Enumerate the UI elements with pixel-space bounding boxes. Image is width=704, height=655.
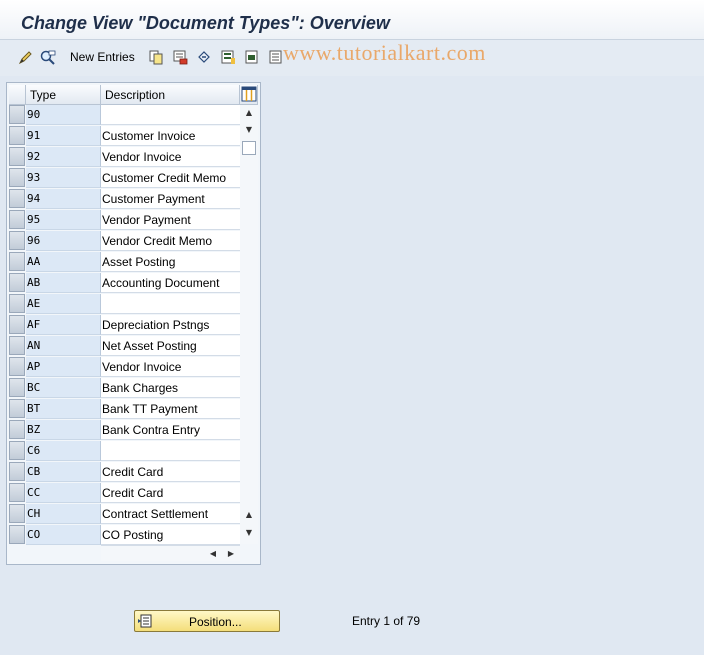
row-selector[interactable]	[9, 294, 25, 313]
cell-type[interactable]: 90	[26, 105, 101, 125]
row-selector[interactable]	[9, 210, 25, 229]
cell-description[interactable]: Vendor Payment	[101, 210, 240, 230]
cell-description[interactable]: Net Asset Posting	[101, 336, 240, 356]
table-settings-button[interactable]	[240, 85, 258, 105]
row-selector[interactable]	[9, 189, 25, 208]
cell-description[interactable]: Customer Credit Memo	[101, 168, 240, 188]
cell-description[interactable]: Credit Card	[101, 483, 240, 503]
cell-type[interactable]: BT	[26, 399, 101, 419]
cell-type[interactable]: 94	[26, 189, 101, 209]
cell-description[interactable]: Bank Contra Entry	[101, 420, 240, 440]
row-selector[interactable]	[9, 105, 25, 124]
undo-icon[interactable]	[196, 49, 212, 65]
row-selector[interactable]	[9, 273, 25, 292]
pencil-glasses-icon[interactable]	[18, 49, 34, 65]
row-selector[interactable]	[9, 483, 25, 502]
cell-type[interactable]: C6	[26, 441, 101, 461]
position-button[interactable]: Position...	[134, 610, 280, 632]
cell-type[interactable]: AP	[26, 357, 101, 377]
column-header-type[interactable]: Type	[26, 85, 101, 105]
row-selector[interactable]	[9, 336, 25, 355]
row-selector[interactable]	[9, 441, 25, 460]
cell-description[interactable]: Credit Card	[101, 462, 240, 482]
row-selector[interactable]	[9, 504, 25, 523]
position-icon	[138, 614, 152, 628]
scroll-up-icon[interactable]: ▲	[241, 105, 257, 121]
cell-description[interactable]: Depreciation Pstngs	[101, 315, 240, 335]
row-selector[interactable]	[9, 231, 25, 250]
cell-description[interactable]	[101, 105, 240, 125]
cell-type[interactable]: 92	[26, 147, 101, 167]
cell-type[interactable]: 93	[26, 168, 101, 188]
cell-description[interactable]: Vendor Invoice	[101, 147, 240, 167]
row-selector[interactable]	[9, 399, 25, 418]
scroll-page-down-icon[interactable]: ▼	[241, 525, 257, 541]
cell-type[interactable]: 95	[26, 210, 101, 230]
cell-description[interactable]: Customer Invoice	[101, 126, 240, 146]
cell-type[interactable]: CH	[26, 504, 101, 524]
cell-description[interactable]	[101, 441, 240, 461]
column-header-description[interactable]: Description	[101, 85, 240, 105]
cell-description[interactable]: Bank Charges	[101, 378, 240, 398]
row-selector[interactable]	[9, 420, 25, 439]
cell-type[interactable]: CC	[26, 483, 101, 503]
row-selector[interactable]	[9, 357, 25, 376]
scroll-thumb[interactable]	[242, 141, 256, 155]
watermark: www.tutorialkart.com	[283, 40, 486, 65]
table-settings-icon	[241, 86, 257, 102]
cell-description[interactable]: Vendor Invoice	[101, 357, 240, 377]
scroll-left-icon[interactable]: ◀	[205, 546, 221, 562]
select-block-icon[interactable]	[244, 49, 260, 65]
cell-type[interactable]: AE	[26, 294, 101, 314]
cell-type[interactable]: AF	[26, 315, 101, 335]
entry-counter: Entry 1 of 79	[352, 614, 421, 628]
cell-type[interactable]: CO	[26, 525, 101, 545]
row-selector[interactable]	[9, 525, 25, 544]
select-all-rows-corner[interactable]	[9, 85, 26, 105]
row-selector[interactable]	[9, 462, 25, 481]
vertical-scrollbar[interactable]: ▲ ▼ ▲ ▼	[240, 105, 258, 544]
cell-description[interactable]: Asset Posting	[101, 252, 240, 272]
scroll-page-up-icon[interactable]: ▲	[241, 507, 257, 523]
window-title: Change View "Document Types": Overview	[21, 13, 390, 33]
horizontal-scrollbar[interactable]: ◀ ▶	[101, 545, 240, 561]
copy-icon[interactable]	[148, 49, 164, 65]
cell-description[interactable]: CO Posting	[101, 525, 240, 545]
row-selector[interactable]	[9, 315, 25, 334]
row-selector[interactable]	[9, 147, 25, 166]
display-change-icon[interactable]	[40, 49, 56, 65]
delete-icon[interactable]	[172, 49, 188, 65]
cell-type[interactable]: AN	[26, 336, 101, 356]
scroll-right-icon[interactable]: ▶	[223, 546, 239, 562]
new-entries-button[interactable]: New Entries	[70, 50, 135, 64]
row-selector[interactable]	[9, 168, 25, 187]
cell-description[interactable]	[101, 294, 240, 314]
scroll-down-icon[interactable]: ▼	[241, 122, 257, 138]
cell-type[interactable]: CB	[26, 462, 101, 482]
cell-description[interactable]: Customer Payment	[101, 189, 240, 209]
cell-description[interactable]: Contract Settlement	[101, 504, 240, 524]
position-button-label: Position...	[189, 615, 242, 629]
cell-description[interactable]: Vendor Credit Memo	[101, 231, 240, 251]
cell-type[interactable]: AA	[26, 252, 101, 272]
cell-type[interactable]: BC	[26, 378, 101, 398]
cell-type[interactable]: 91	[26, 126, 101, 146]
deselect-all-icon[interactable]	[268, 49, 284, 65]
cell-type[interactable]: BZ	[26, 420, 101, 440]
cell-type[interactable]: 96	[26, 231, 101, 251]
row-selector[interactable]	[9, 378, 25, 397]
row-selector[interactable]	[9, 126, 25, 145]
cell-description[interactable]: Accounting Document	[101, 273, 240, 293]
cell-type[interactable]: AB	[26, 273, 101, 293]
select-all-icon[interactable]	[220, 49, 236, 65]
row-selector[interactable]	[9, 252, 25, 271]
cell-description[interactable]: Bank TT Payment	[101, 399, 240, 419]
